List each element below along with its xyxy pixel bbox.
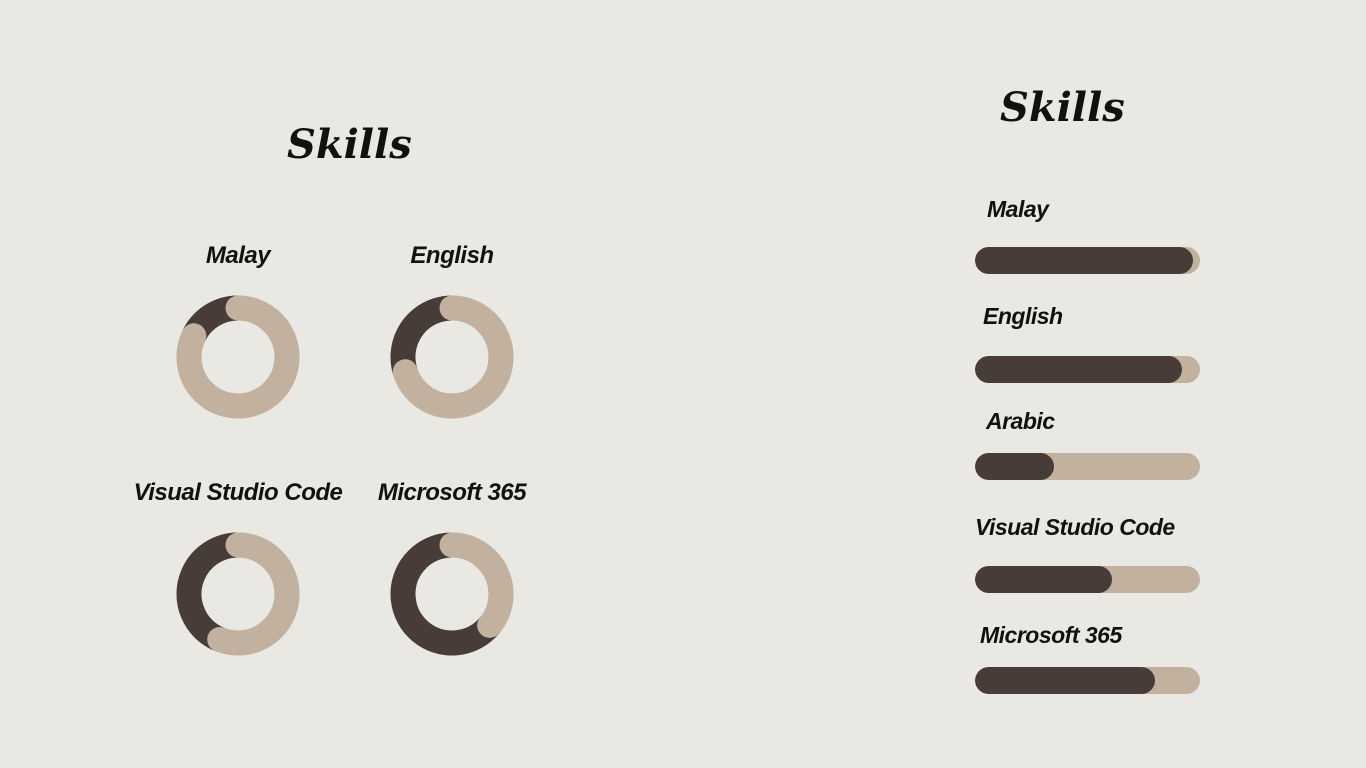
bar-fill bbox=[975, 667, 1155, 694]
bar-track bbox=[975, 247, 1200, 274]
donut-label: English bbox=[410, 242, 494, 269]
bar-track bbox=[975, 356, 1200, 383]
bar-label: Visual Studio Code bbox=[975, 514, 1175, 540]
bar-label: English bbox=[983, 303, 1063, 329]
bar-skill-vscode: Visual Studio Code bbox=[975, 514, 1200, 593]
donut-chart bbox=[176, 532, 300, 656]
donut-label: Microsoft 365 bbox=[377, 479, 527, 506]
donut-chart bbox=[390, 532, 514, 656]
donut-chart bbox=[390, 295, 514, 419]
donut-skill-english: English bbox=[342, 241, 562, 419]
left-skills-title: Skills bbox=[287, 121, 412, 168]
donut-skill-malay: Malay bbox=[128, 241, 348, 419]
bar-skill-arabic: Arabic bbox=[975, 408, 1200, 480]
bar-skill-microsoft365: Microsoft 365 bbox=[975, 622, 1200, 694]
bar-track bbox=[975, 453, 1200, 480]
bar-fill bbox=[975, 247, 1194, 274]
bar-track bbox=[975, 667, 1200, 694]
donut-label: Malay bbox=[205, 242, 271, 269]
bar-fill bbox=[975, 453, 1054, 480]
bar-label: Malay bbox=[987, 196, 1049, 222]
bar-label: Arabic bbox=[986, 408, 1055, 434]
right-skills-title: Skills bbox=[1000, 84, 1125, 131]
bar-track bbox=[975, 566, 1200, 593]
bar-skill-malay: Malay bbox=[975, 196, 1200, 274]
bar-fill bbox=[975, 356, 1182, 383]
donut-chart bbox=[176, 295, 300, 419]
donut-label: Visual Studio Code bbox=[133, 479, 343, 506]
donut-skill-microsoft365: Microsoft 365 bbox=[342, 478, 562, 656]
donut-skill-vscode: Visual Studio Code bbox=[128, 478, 348, 656]
bar-fill bbox=[975, 566, 1113, 593]
bar-skill-english: English bbox=[975, 303, 1200, 383]
bar-label: Microsoft 365 bbox=[980, 622, 1122, 648]
